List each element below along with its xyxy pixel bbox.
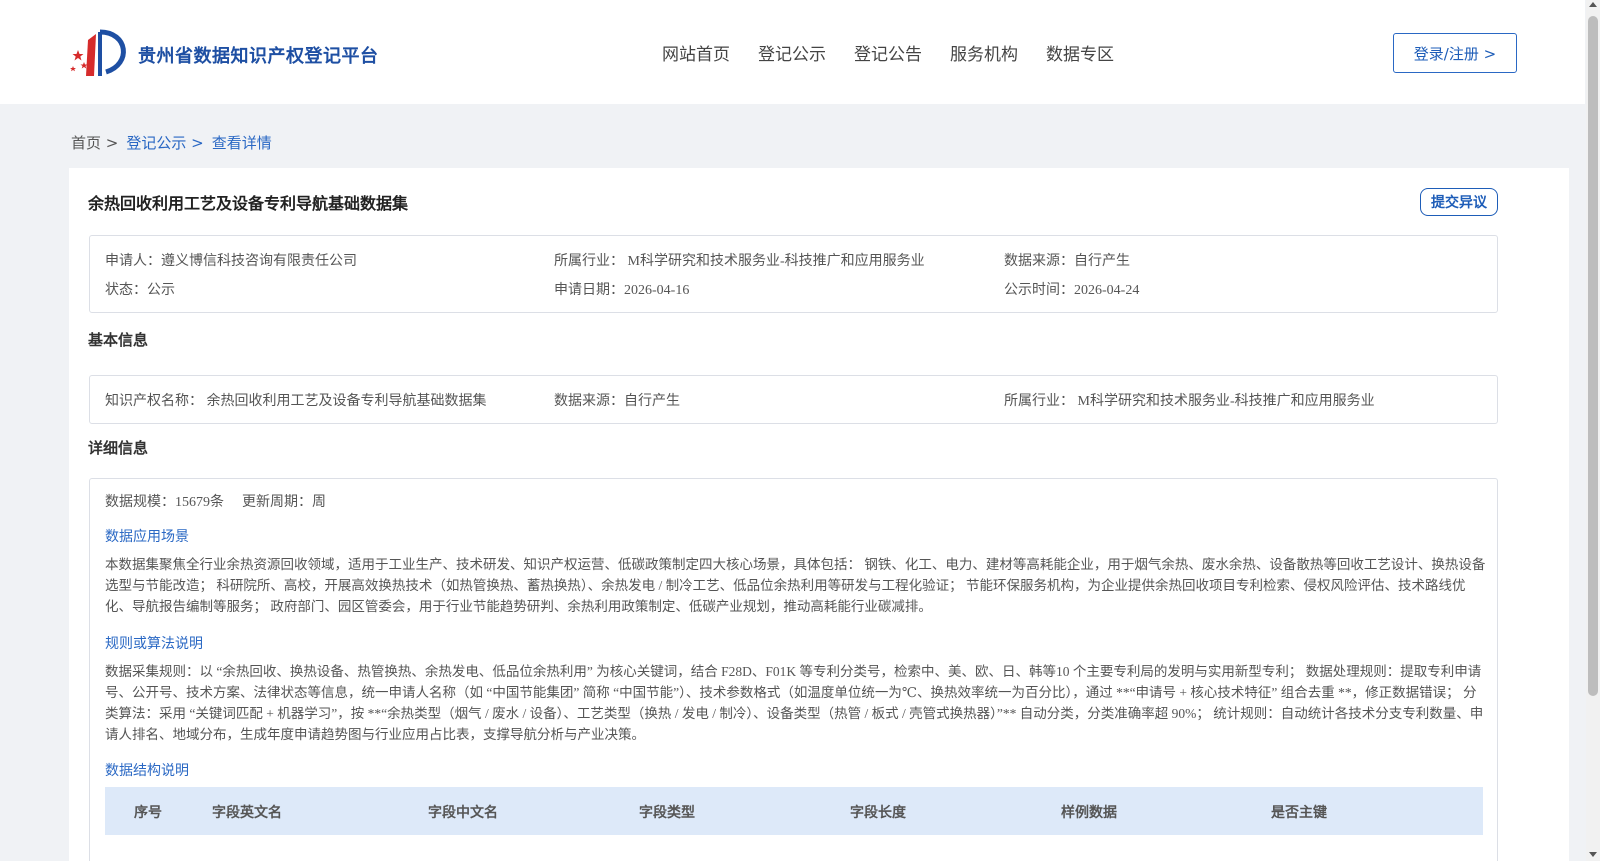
application-scenario-heading: 数据应用场景 xyxy=(105,530,189,545)
detail-info-box: 数据规模：15679条 更新周期：周 数据应用场景 本数据集聚焦全行业余热资源回… xyxy=(89,478,1498,861)
basic-source-field: 数据来源：自行产生 xyxy=(554,394,680,409)
ip-name-field: 知识产权名称： 余热回收利用工艺及设备专利导航基础数据集 xyxy=(105,394,487,409)
breadcrumb-current[interactable]: 查看详情 xyxy=(212,132,272,153)
nav-registration-publicity[interactable]: 登记公示 xyxy=(758,40,826,65)
site-name[interactable]: 贵州省数据知识产权登记平台 xyxy=(138,42,379,68)
industry-field: 所属行业： M科学研究和技术服务业-科技推广和应用服务业 xyxy=(554,254,925,269)
nav-registration-announcement[interactable]: 登记公告 xyxy=(854,40,922,65)
application-scenario-text: 本数据集聚焦全行业余热资源回收领域，适用于工业生产、技术研发、知识产权运营、低碳… xyxy=(105,557,1486,614)
basic-info-box: 知识产权名称： 余热回收利用工艺及设备专利导航基础数据集 数据来源：自行产生 所… xyxy=(89,375,1498,424)
data-structure-heading: 数据结构说明 xyxy=(105,764,189,779)
scroll-down-arrow-icon[interactable] xyxy=(1589,852,1597,857)
dataset-title: 余热回收利用工艺及设备专利导航基础数据集 xyxy=(88,194,409,213)
page-scrollbar[interactable] xyxy=(1586,0,1600,861)
rules-algorithm-heading: 规则或算法说明 xyxy=(105,637,203,652)
rules-algorithm-text: 数据采集规则：以 “余热回收、换热设备、热管换热、余热发电、低品位余热利用” 为… xyxy=(105,664,1484,742)
scroll-thumb[interactable] xyxy=(1588,16,1598,696)
status-field: 状态：公示 xyxy=(105,283,175,298)
nav-service-agencies[interactable]: 服务机构 xyxy=(950,40,1018,65)
submit-objection-button[interactable]: 提交异议 xyxy=(1420,188,1498,216)
nav-home[interactable]: 网站首页 xyxy=(662,40,730,65)
detail-card: 余热回收利用工艺及设备专利导航基础数据集 提交异议 申请人：遵义博信科技咨询有限… xyxy=(69,168,1569,861)
detail-info-heading: 详细信息 xyxy=(88,439,149,457)
breadcrumb-home[interactable]: 首页 > xyxy=(71,132,118,153)
col-field-chinese-name: 字段中文名 xyxy=(428,805,498,821)
col-field-length: 字段长度 xyxy=(850,805,906,821)
col-index: 序号 xyxy=(134,805,162,821)
login-register-button[interactable]: 登录/注册 > xyxy=(1393,33,1517,73)
col-field-type: 字段类型 xyxy=(639,805,695,821)
apply-date-field: 申请日期：2026-04-16 xyxy=(554,283,690,298)
applicant-field: 申请人：遵义博信科技咨询有限责任公司 xyxy=(105,254,357,269)
col-primary-key: 是否主键 xyxy=(1271,805,1327,821)
update-cycle-field: 更新周期：周 xyxy=(242,495,326,510)
top-header: 贵州省数据知识产权登记平台 网站首页 登记公示 登记公告 服务机构 数据专区 登… xyxy=(0,0,1585,104)
breadcrumb: 首页 > 登记公示 > 查看详情 xyxy=(71,132,272,153)
basic-industry-field: 所属行业： M科学研究和技术服务业-科技推广和应用服务业 xyxy=(1004,394,1375,409)
col-field-english-name: 字段英文名 xyxy=(212,805,282,821)
basic-info-heading: 基本信息 xyxy=(88,331,149,349)
breadcrumb-registration-publicity[interactable]: 登记公示 > xyxy=(126,132,203,153)
col-sample-data: 样例数据 xyxy=(1061,805,1117,821)
main-nav: 网站首页 登记公示 登记公告 服务机构 数据专区 xyxy=(662,40,1114,65)
summary-box: 申请人：遵义博信科技咨询有限责任公司 所属行业： M科学研究和技术服务业-科技推… xyxy=(89,235,1498,313)
data-structure-table-header: 序号 字段英文名 字段中文名 字段类型 字段长度 样例数据 是否主键 xyxy=(105,787,1483,835)
nav-data-zone[interactable]: 数据专区 xyxy=(1046,40,1114,65)
source-field: 数据来源：自行产生 xyxy=(1004,254,1130,269)
scroll-up-arrow-icon[interactable] xyxy=(1589,2,1597,7)
site-logo[interactable] xyxy=(70,26,132,80)
publish-date-field: 公示时间：2026-04-24 xyxy=(1004,283,1140,298)
data-scale-field: 数据规模：15679条 xyxy=(105,495,224,510)
